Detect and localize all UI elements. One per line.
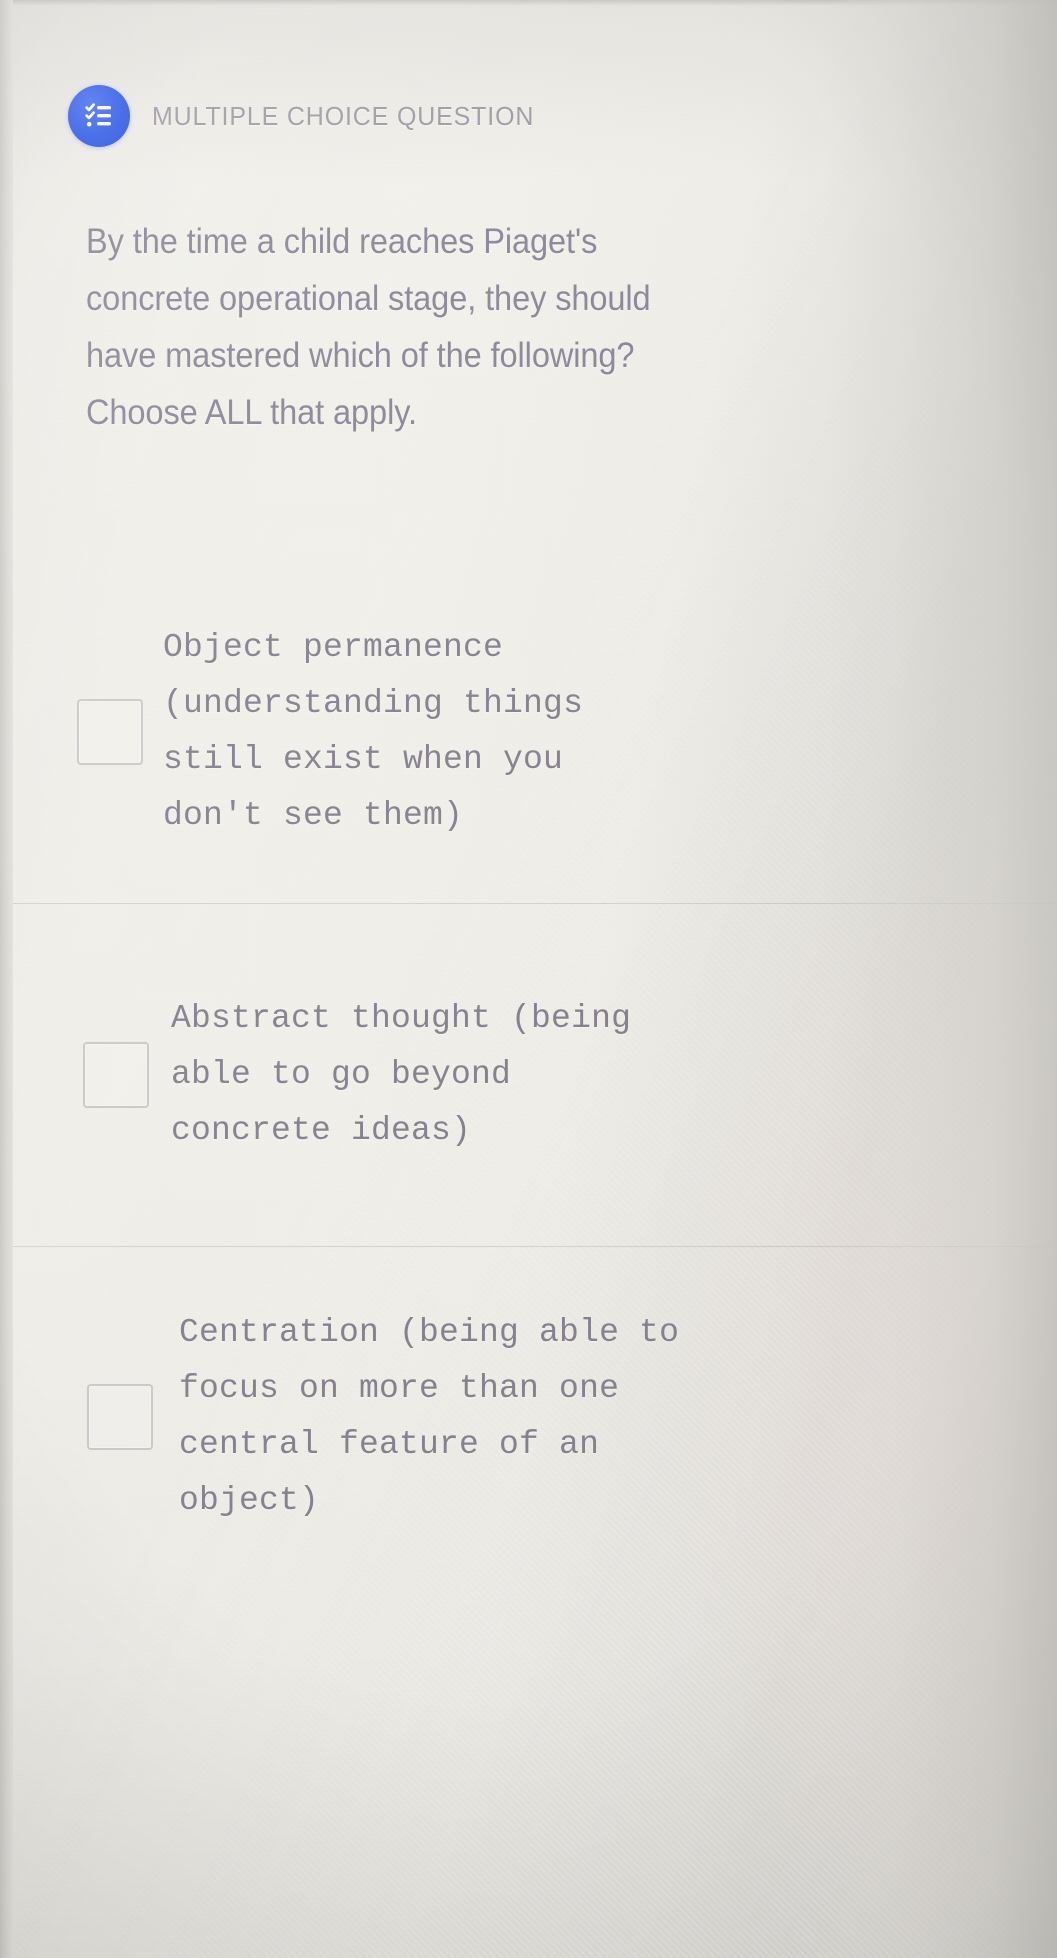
answer-option-1-label: Object permanence (understanding things … bbox=[163, 628, 584, 834]
answer-option-1[interactable]: Object permanence (understanding things … bbox=[13, 560, 1057, 903]
content-column: MULTIPLE CHOICE QUESTION By the time a c… bbox=[0, 0, 1057, 1958]
question-stem: By the time a child reaches Piaget's con… bbox=[86, 222, 651, 432]
answer-checkbox-2[interactable] bbox=[83, 1042, 149, 1108]
answer-option-3[interactable]: Centration (being able to focus on more … bbox=[13, 1246, 1057, 1586]
answer-option-3-label: Centration (being able to focus on more … bbox=[179, 1313, 680, 1519]
checklist-icon bbox=[68, 85, 130, 147]
answer-checkbox-1[interactable] bbox=[77, 698, 143, 765]
answer-option-2-label: Abstract thought (being able to go beyon… bbox=[171, 1000, 632, 1149]
answer-option-2[interactable]: Abstract thought (being able to go beyon… bbox=[13, 903, 1057, 1246]
question-type-header: MULTIPLE CHOICE QUESTION bbox=[68, 85, 550, 147]
question-screen: MULTIPLE CHOICE QUESTION By the time a c… bbox=[0, 0, 1057, 1958]
answer-checkbox-3[interactable] bbox=[87, 1383, 153, 1450]
question-type-label: MULTIPLE CHOICE QUESTION bbox=[152, 100, 535, 131]
answer-options-list: Object permanence (understanding things … bbox=[13, 560, 1057, 1586]
